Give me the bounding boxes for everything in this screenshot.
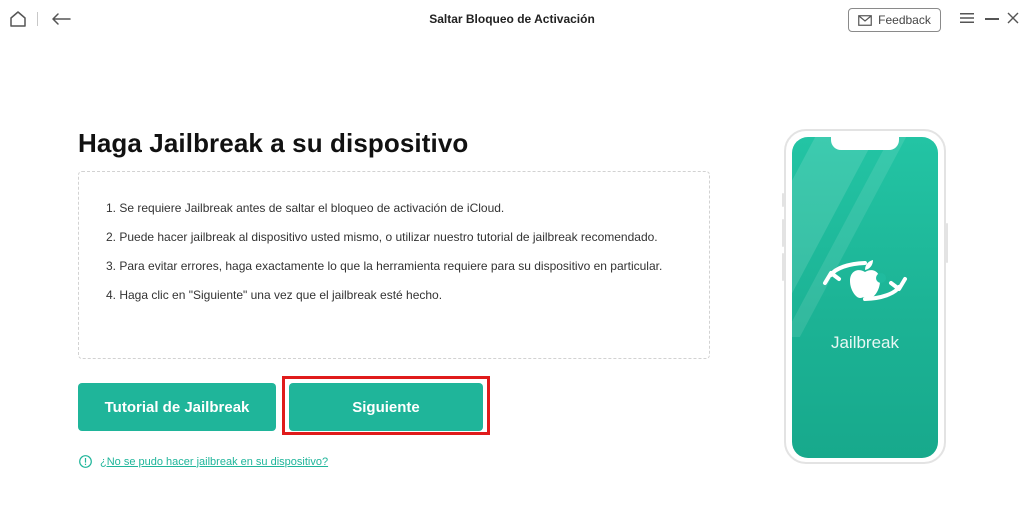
phone-screen-label: Jailbreak bbox=[830, 333, 900, 352]
title-bar: Saltar Bloqueo de Activación Feedback bbox=[0, 0, 1024, 40]
next-button[interactable]: Siguiente bbox=[289, 383, 483, 431]
instruction-item: 1. Se requiere Jailbreak antes de saltar… bbox=[106, 201, 505, 215]
apple-jailbreak-icon bbox=[823, 260, 907, 301]
phone-side-button bbox=[782, 219, 784, 247]
page-title: Haga Jailbreak a su dispositivo bbox=[78, 128, 469, 158]
phone-notch bbox=[831, 137, 899, 150]
close-icon[interactable] bbox=[1007, 12, 1019, 24]
help-row: ¿No se pudo hacer jailbreak en su dispos… bbox=[79, 455, 328, 468]
phone-illustration: Jailbreak bbox=[782, 129, 948, 464]
jailbreak-tutorial-button[interactable]: Tutorial de Jailbreak bbox=[78, 383, 276, 431]
feedback-label: Feedback bbox=[878, 13, 931, 27]
phone-side-button bbox=[946, 223, 948, 263]
info-icon bbox=[79, 455, 92, 468]
instructions-box: 1. Se requiere Jailbreak antes de saltar… bbox=[78, 171, 710, 359]
instruction-item: 3. Para evitar errores, haga exactamente… bbox=[106, 259, 663, 273]
mail-icon bbox=[858, 14, 872, 26]
instruction-item: 2. Puede hacer jailbreak al dispositivo … bbox=[106, 230, 658, 244]
phone-side-button bbox=[782, 253, 784, 281]
menu-icon[interactable] bbox=[960, 12, 974, 24]
phone-screen: Jailbreak bbox=[792, 137, 938, 458]
jailbreak-failed-link[interactable]: ¿No se pudo hacer jailbreak en su dispos… bbox=[100, 456, 328, 468]
phone-side-button bbox=[782, 193, 784, 207]
feedback-button[interactable]: Feedback bbox=[848, 8, 941, 32]
instruction-item: 4. Haga clic en "Siguiente" una vez que … bbox=[106, 288, 443, 302]
minimize-icon[interactable] bbox=[985, 18, 999, 20]
